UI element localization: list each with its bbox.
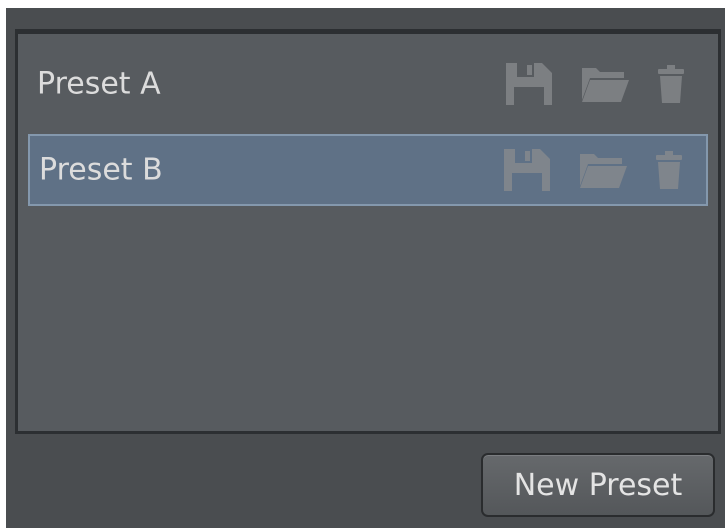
folder-open-icon[interactable] — [580, 64, 630, 104]
preset-actions — [502, 147, 684, 193]
preset-row-a[interactable]: Preset A — [28, 48, 708, 120]
preset-actions — [504, 61, 686, 107]
preset-list[interactable]: Preset A Preset B — [15, 29, 721, 434]
save-icon[interactable] — [504, 61, 554, 107]
trash-icon[interactable] — [656, 64, 686, 104]
trash-icon[interactable] — [654, 150, 684, 190]
preset-panel: Preset A Preset B New Preset — [6, 8, 725, 528]
preset-row-b[interactable]: Preset B — [28, 134, 708, 206]
preset-label: Preset B — [39, 152, 163, 188]
folder-open-icon[interactable] — [578, 150, 628, 190]
save-icon[interactable] — [502, 147, 552, 193]
preset-label: Preset A — [37, 66, 161, 102]
new-preset-button[interactable]: New Preset — [481, 453, 715, 517]
